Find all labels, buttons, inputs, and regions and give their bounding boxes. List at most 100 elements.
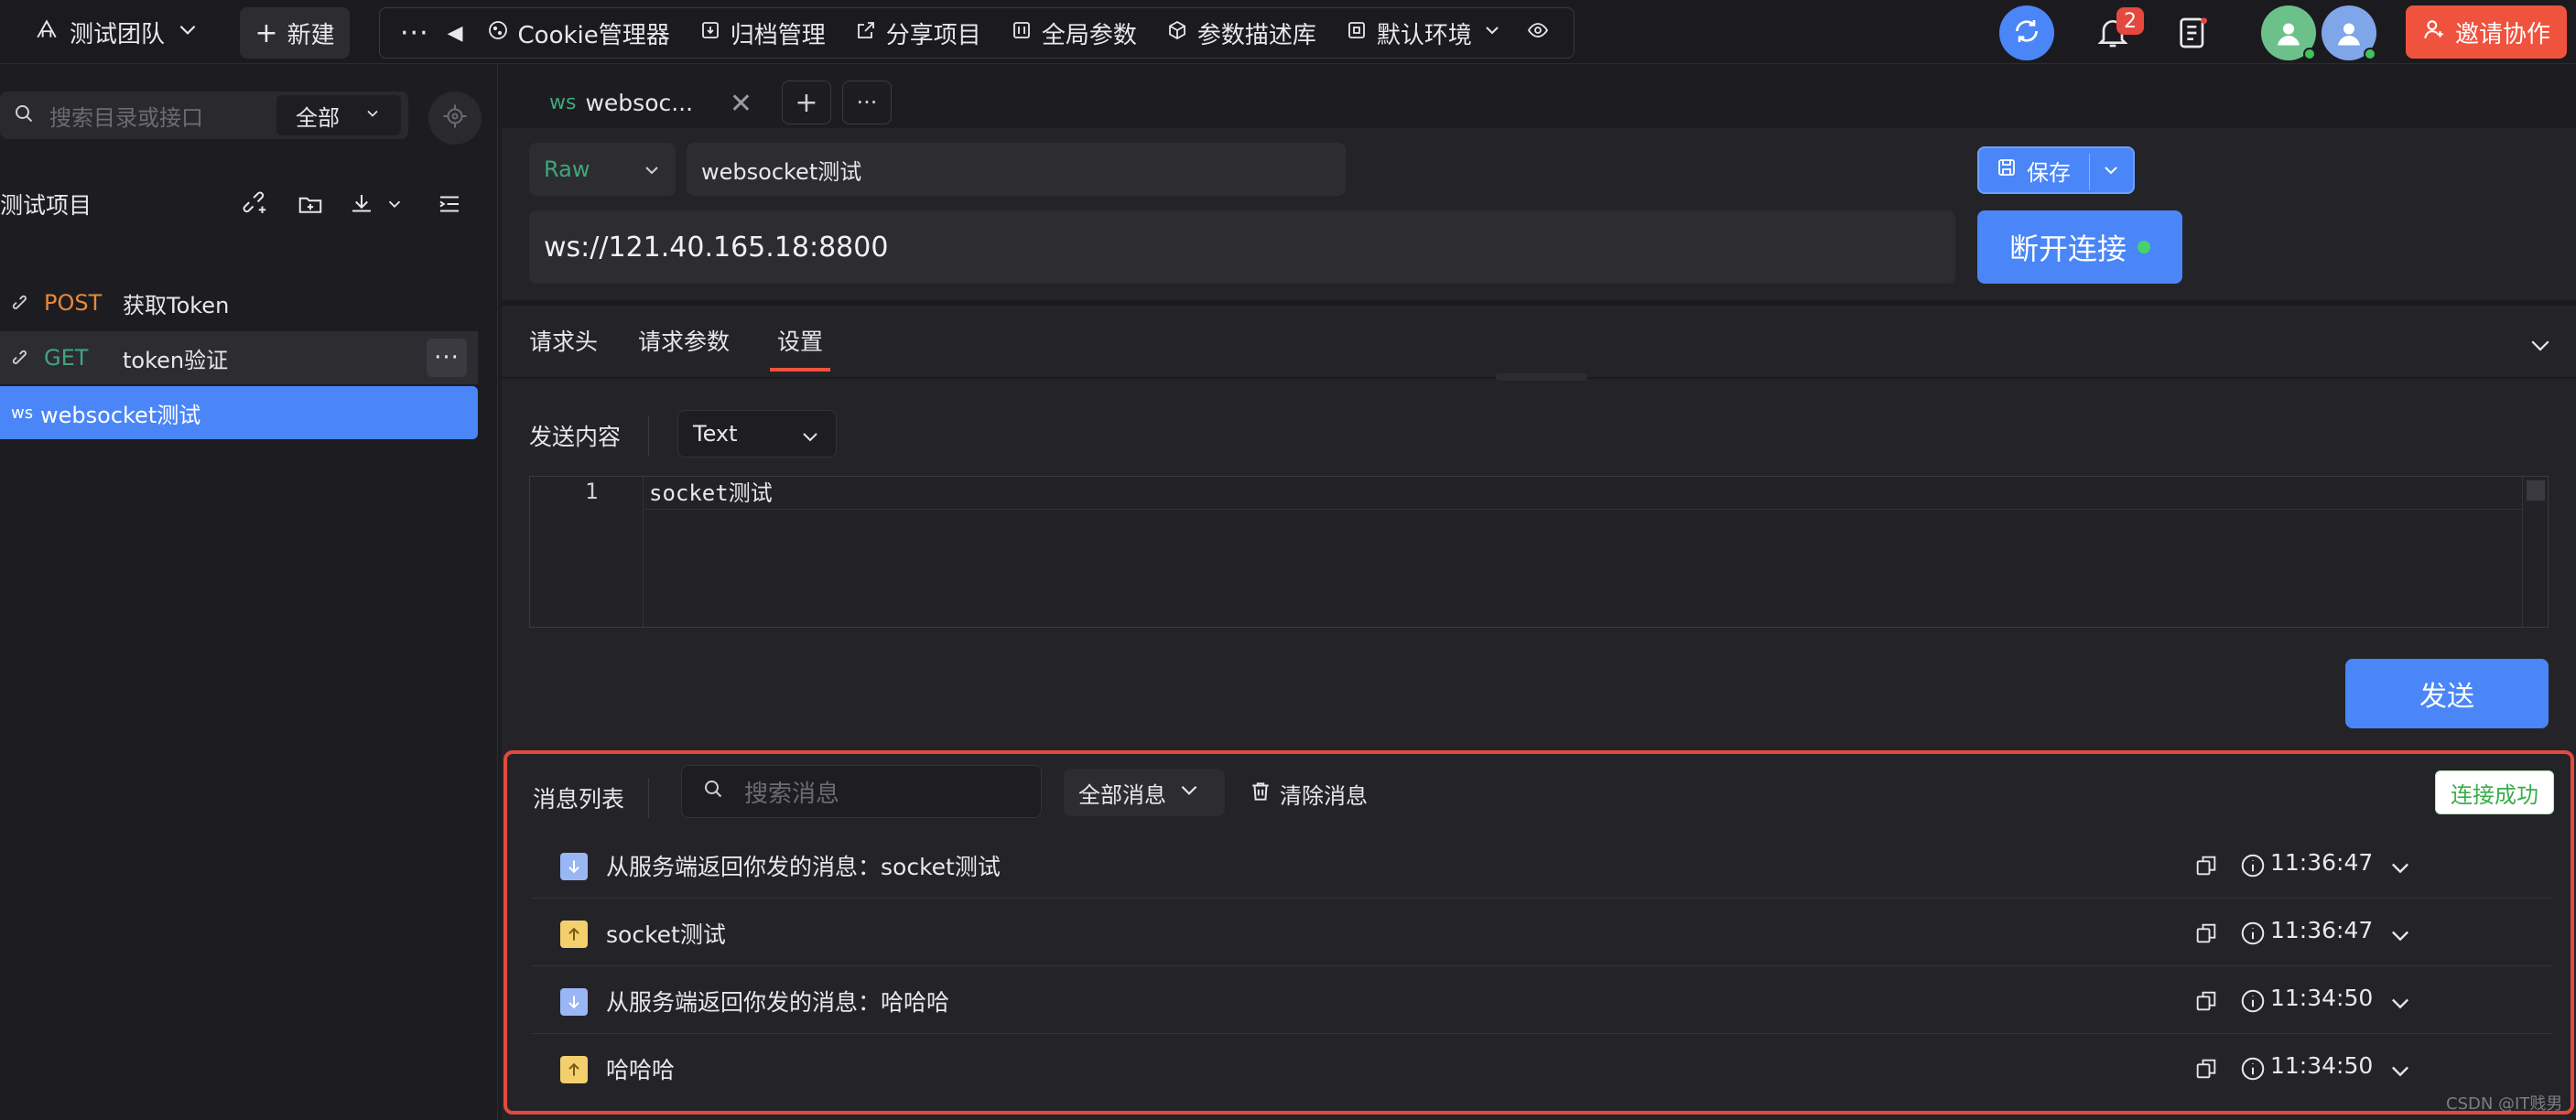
scroll-left-button[interactable]: ◀ <box>438 8 472 58</box>
params-icon <box>1011 19 1033 48</box>
sync-button[interactable] <box>1999 5 2054 60</box>
url-input[interactable]: ws://121.40.165.18:8800 <box>529 210 1955 284</box>
sidebar: 搜索目录或接口 全部 测试项目 POST 获取Token GET token验证… <box>0 64 498 1120</box>
project-header: 测试项目 <box>0 181 498 227</box>
new-button[interactable]: + 新建 <box>240 7 350 59</box>
more-tools-button[interactable]: ··· <box>391 8 438 58</box>
copy-icon[interactable] <box>2193 1056 2219 1085</box>
toolbar: ··· ◀ Cookie管理器 归档管理 分享项目 全局参数 参数描述库 默认环… <box>379 7 1575 59</box>
send-content-label: 发送内容 <box>529 424 622 450</box>
scrollbar-thumb[interactable] <box>2527 480 2545 501</box>
close-icon[interactable]: ✕ <box>730 88 752 120</box>
clear-messages-button[interactable]: 清除消息 <box>1249 778 1368 810</box>
message-row[interactable]: 哈哈哈 11:34:50 <box>533 1036 2552 1102</box>
chevron-down-icon[interactable] <box>2387 855 2413 884</box>
message-editor[interactable]: 1 socket测试 <box>529 476 2549 628</box>
tab-settings[interactable]: 设置 <box>770 320 831 372</box>
connected-status-dot <box>2138 241 2150 253</box>
api-item-token-verify[interactable]: GET token验证 ··· <box>0 331 478 384</box>
share-project-button[interactable]: 分享项目 <box>840 8 996 58</box>
new-api-icon[interactable] <box>240 188 271 220</box>
more-actions-button[interactable]: ··· <box>427 339 467 377</box>
message-time: 11:34:50 <box>2270 985 2374 1011</box>
locate-button[interactable] <box>428 92 482 145</box>
avatar[interactable] <box>2261 5 2316 60</box>
info-icon[interactable] <box>2239 987 2267 1018</box>
chevron-down-icon[interactable] <box>2387 1058 2413 1087</box>
api-item-websocket-test[interactable]: ws websocket测试 <box>0 386 478 439</box>
arrow-down-icon <box>560 853 588 880</box>
environment-select[interactable]: 默认环境 <box>1331 8 1518 58</box>
arrow-down-icon <box>560 988 588 1016</box>
tab-title: websoc... <box>585 89 694 116</box>
tab-websocket-test[interactable]: ws websoc... ✕ <box>502 77 769 128</box>
connection-status-badge: 连接成功 <box>2435 770 2554 814</box>
archive-icon <box>699 19 721 48</box>
collapse-panel-button[interactable] <box>2527 331 2554 362</box>
ws-badge: ws <box>549 91 577 114</box>
notes-icon <box>2175 17 2212 57</box>
chevron-down-icon <box>363 102 382 128</box>
param-library-label: 参数描述库 <box>1196 21 1316 49</box>
tab-headers[interactable]: 请求头 <box>529 320 598 372</box>
archive-label: 归档管理 <box>730 21 826 49</box>
request-name-input[interactable]: websocket测试 <box>687 143 1346 196</box>
copy-icon[interactable] <box>2193 853 2219 882</box>
archive-button[interactable]: 归档管理 <box>685 8 840 58</box>
arrow-up-icon <box>560 921 588 948</box>
info-icon[interactable] <box>2239 1055 2267 1086</box>
info-icon[interactable] <box>2239 920 2267 951</box>
copy-icon[interactable] <box>2193 921 2219 950</box>
divider <box>502 300 2576 306</box>
tab-params[interactable]: 请求参数 <box>638 320 730 372</box>
invite-label: 邀请协作 <box>2454 20 2550 48</box>
chevron-down-icon[interactable] <box>379 188 410 220</box>
resize-handle[interactable] <box>1496 373 1587 381</box>
collapse-tree-icon[interactable] <box>434 188 465 220</box>
mode-select[interactable]: Raw <box>529 143 676 196</box>
link-icon <box>11 349 31 369</box>
global-params-button[interactable]: 全局参数 <box>996 8 1152 58</box>
editor-content[interactable]: socket测试 <box>645 477 773 510</box>
link-icon <box>11 294 31 314</box>
avatar[interactable] <box>2322 5 2376 60</box>
add-tab-button[interactable]: + <box>782 81 831 124</box>
save-button[interactable]: 保存 <box>1977 146 2135 194</box>
new-folder-icon[interactable] <box>295 188 326 220</box>
message-text: 从服务端返回你发的消息：socket测试 <box>606 854 1001 880</box>
tab-more-button[interactable]: ··· <box>842 81 892 124</box>
chevron-down-icon[interactable] <box>2387 922 2413 952</box>
team-switcher[interactable]: 测试团队 <box>35 13 200 51</box>
format-select[interactable]: Text <box>677 410 837 458</box>
send-button[interactable]: 发送 <box>2345 659 2549 728</box>
cookie-manager-button[interactable]: Cookie管理器 <box>472 8 685 58</box>
message-row[interactable]: 从服务端返回你发的消息：哈哈哈 11:34:50 <box>533 968 2552 1034</box>
add-user-icon <box>2422 17 2446 48</box>
project-name[interactable]: 测试项目 <box>0 188 92 221</box>
copy-icon[interactable] <box>2193 988 2219 1018</box>
release-notes-button[interactable] <box>2175 13 2212 53</box>
plus-icon: + <box>795 86 818 119</box>
message-row[interactable]: 从服务端返回你发的消息：socket测试 11:36:47 <box>533 833 2552 899</box>
search-icon <box>702 778 724 806</box>
param-library-button[interactable]: 参数描述库 <box>1152 8 1331 58</box>
info-icon[interactable] <box>2239 852 2267 883</box>
request-subtabs: 请求头 请求参数 设置 <box>529 320 831 372</box>
import-icon[interactable] <box>346 188 377 220</box>
api-name: websocket测试 <box>40 402 201 428</box>
invite-button[interactable]: 邀请协作 <box>2406 5 2567 59</box>
share-icon <box>855 19 877 48</box>
chevron-down-icon[interactable] <box>2387 990 2413 1019</box>
line-number: 1 <box>585 479 599 504</box>
editor-scrollbar[interactable] <box>2522 477 2548 627</box>
caret-left-icon: ◀ <box>447 21 463 45</box>
message-search-input[interactable]: 搜索消息 <box>681 765 1042 818</box>
message-row[interactable]: socket测试 11:36:47 <box>533 900 2552 966</box>
view-environment-button[interactable] <box>1518 8 1558 58</box>
api-item-get-token[interactable]: POST 获取Token <box>0 276 478 329</box>
chevron-down-icon[interactable] <box>2100 159 2122 187</box>
disconnect-button[interactable]: 断开连接 <box>1977 210 2182 284</box>
chevron-down-icon <box>1481 19 1503 48</box>
scope-select[interactable]: 全部 <box>276 95 401 135</box>
message-filter-select[interactable]: 全部消息 <box>1064 769 1225 816</box>
